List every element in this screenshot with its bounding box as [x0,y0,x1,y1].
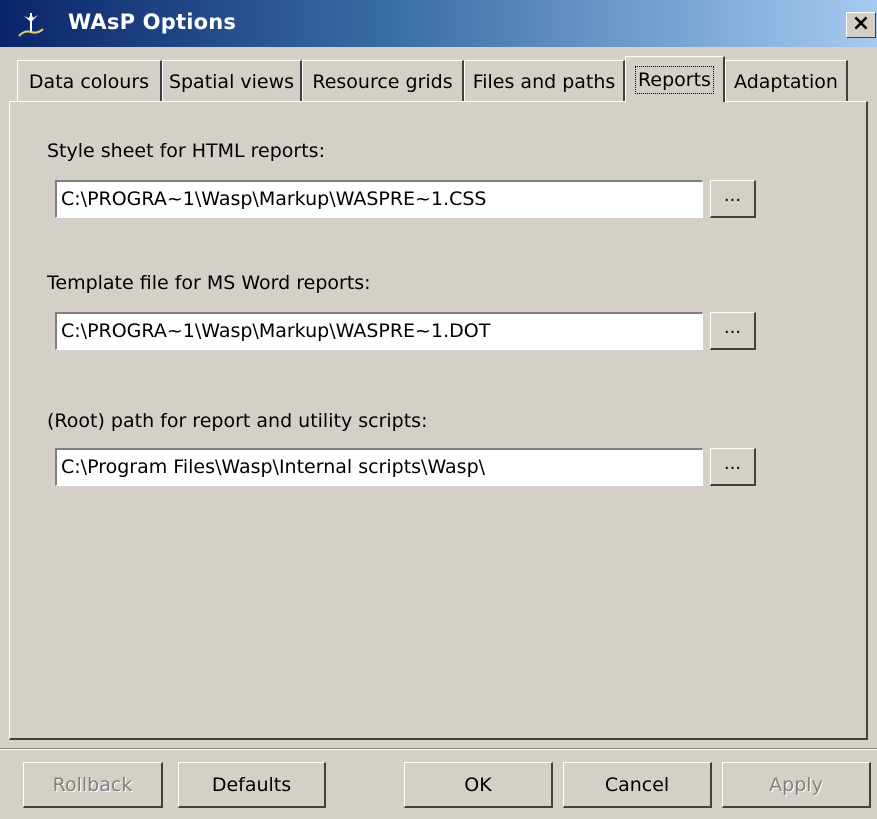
close-button[interactable]: × [846,12,876,38]
tab-spatial-views[interactable]: Spatial views [162,60,302,102]
dot-path-input[interactable]: C:\PROGRA~1\Wasp\Markup\WASPRE~1.DOT [55,312,703,350]
close-icon: × [851,11,871,36]
options-dialog: WAsP Options × Data colours Spatial view… [0,0,877,819]
ok-button[interactable]: OK [404,762,553,808]
tab-resource-grids[interactable]: Resource grids [302,60,464,102]
css-path-input[interactable]: C:\PROGRA~1\Wasp\Markup\WASPRE~1.CSS [55,180,703,218]
apply-button[interactable]: Apply [722,762,871,808]
wasp-app-icon [18,13,44,37]
defaults-button[interactable]: Defaults [178,762,326,808]
tab-reports[interactable]: Reports [625,56,725,102]
scripts-path-input[interactable]: C:\Program Files\Wasp\Internal scripts\W… [55,448,703,486]
tab-files-and-paths[interactable]: Files and paths [464,60,625,102]
css-label: Style sheet for HTML reports: [47,140,325,162]
tab-data-colours[interactable]: Data colours [17,60,162,102]
scripts-label: (Root) path for report and utility scrip… [47,410,428,432]
title-bar[interactable]: WAsP Options × [0,0,877,47]
dot-label: Template file for MS Word reports: [47,272,371,294]
tab-adaptation[interactable]: Adaptation [725,60,848,102]
separator [0,748,877,750]
dot-browse-button[interactable]: ... [710,312,756,350]
rollback-button[interactable]: Rollback [23,762,163,808]
scripts-browse-button[interactable]: ... [710,448,756,486]
cancel-button[interactable]: Cancel [563,762,712,808]
window-title: WAsP Options [68,10,237,34]
css-browse-button[interactable]: ... [710,180,756,218]
